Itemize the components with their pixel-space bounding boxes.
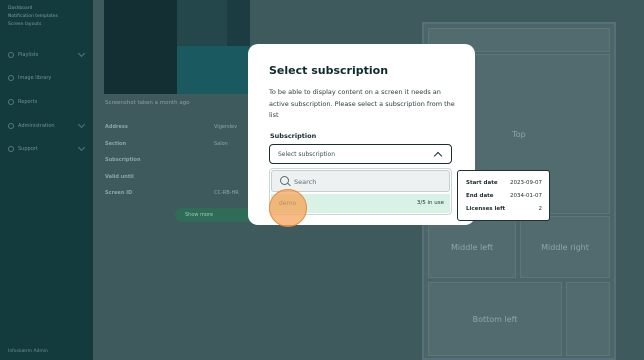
sidebar-item-label: Image library: [18, 75, 52, 81]
sidebar-item-label: Playlists: [18, 52, 39, 58]
screenshot-block: [104, 0, 177, 94]
sidebar-item-administration[interactable]: Administration: [8, 120, 88, 131]
sidebar-link-layouts[interactable]: Screen layouts: [8, 22, 41, 27]
tooltip-value: 2034-01-07: [510, 193, 542, 199]
chevron-down-icon: [77, 120, 86, 129]
sidebar-link-templates[interactable]: Notification templates: [8, 14, 58, 19]
layout-cell-label: Middle left: [451, 242, 493, 252]
sidebar-item-playlists[interactable]: Playlists: [8, 49, 88, 60]
layout-cell-label: Top: [512, 129, 526, 139]
search-input[interactable]: Search: [271, 170, 450, 192]
sidebar-item-label: Reports: [18, 99, 38, 105]
sidebar-link-dashboard[interactable]: Dashboard: [8, 6, 32, 11]
dialog-description: To be able to display content on a scree…: [269, 88, 455, 119]
option-usage: 3/5 in use: [416, 200, 444, 206]
layout-cell-bottom-left[interactable]: Bottom left: [428, 282, 562, 356]
tooltip-label: Licenses left: [466, 206, 506, 212]
search-placeholder: Search: [294, 178, 317, 186]
tooltip-value: 2023-09-07: [510, 180, 542, 186]
sidebar-item-reports[interactable]: Reports: [8, 97, 88, 107]
layout-cell-middle-right[interactable]: Middle right: [520, 216, 610, 278]
detail-label: Valid until: [105, 174, 134, 180]
screenshot-block: [177, 46, 250, 94]
layout-cell-label: Bottom left: [472, 314, 518, 324]
sidebar-item-support[interactable]: Support: [8, 143, 88, 154]
screen-screenshot: [104, 0, 250, 94]
detail-label: Screen ID: [105, 190, 133, 196]
button-label: Show more: [185, 212, 214, 218]
sidebar: Dashboard Notification templates Screen …: [0, 0, 93, 360]
sidebar-footer: Infoskærm Admin: [8, 349, 48, 354]
sidebar-item-label: Support: [18, 146, 38, 152]
screenshot-caption: Screenshot taken a month ago: [105, 100, 190, 106]
chevron-up-icon: [433, 151, 443, 161]
tooltip-value: 2: [538, 206, 543, 212]
tooltip-label: End date: [466, 193, 494, 199]
layout-cell-bottom-right[interactable]: [566, 282, 610, 356]
playlist-icon: [8, 52, 14, 58]
detail-label: Subscription: [105, 157, 141, 163]
select-placeholder: Select subscription: [278, 151, 336, 158]
detail-label: Address: [105, 124, 128, 130]
detail-value: Vigerslev: [214, 124, 238, 130]
layout-cell-middle-left[interactable]: Middle left: [428, 216, 516, 278]
subscription-details-tooltip: Start date 2023-09-07 End date 2034-01-0…: [457, 170, 550, 221]
sidebar-item-image-library[interactable]: Image library: [8, 73, 88, 83]
admin-icon: [8, 123, 14, 129]
report-icon: [8, 99, 14, 105]
search-icon: [280, 176, 289, 185]
subscription-field-label: Subscription: [270, 132, 317, 140]
screenshot-block: [177, 0, 227, 46]
detail-value: CC-RB-HR: [214, 190, 239, 196]
detail-value: Salon: [214, 141, 228, 147]
subscription-select[interactable]: Select subscription: [269, 144, 452, 164]
layout-cell-label: Middle right: [541, 242, 589, 252]
dialog-title: Select subscription: [269, 64, 389, 77]
chevron-down-icon: [77, 143, 86, 152]
support-icon: [8, 146, 14, 152]
chevron-down-icon: [77, 49, 86, 58]
detail-label: Section: [105, 141, 127, 147]
click-indicator: [269, 189, 307, 227]
tooltip-label: Start date: [466, 180, 498, 186]
image-icon: [8, 75, 14, 81]
sidebar-item-label: Administration: [18, 123, 55, 129]
